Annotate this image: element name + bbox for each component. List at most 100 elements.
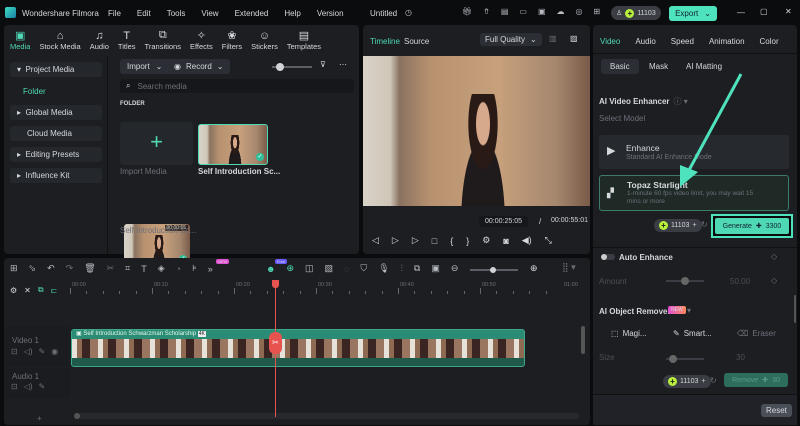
ruler-tick — [299, 291, 301, 294]
vertical-scrollbar[interactable] — [581, 326, 585, 354]
mute-icon[interactable]: ◁) — [24, 347, 33, 356]
ruler-tick — [217, 291, 219, 294]
add-track-icon[interactable]: + — [37, 414, 42, 423]
ruler-label: 00:20 — [236, 282, 250, 288]
timeline-toolbar: ⊞ ⬂ ↶ ↷ 🗑︎ ✂ ⌗ T ◈ ◔ ⊧ » — [10, 263, 213, 274]
ruler-label: 00:00 — [72, 282, 86, 288]
video-clip[interactable]: ▣ Self Introduction Schwarzman Scholarsh… — [71, 329, 525, 367]
timeline-ruler[interactable]: 00:00 00:10 00:20 00:30 00:40 00:50 01:00 — [70, 282, 582, 296]
free-badge: Free — [275, 259, 288, 264]
more-tools-icon[interactable]: » — [208, 264, 213, 274]
delete-icon[interactable]: 🗑︎ — [84, 263, 95, 274]
ruler-tick — [529, 291, 531, 294]
ruler-label: 01:00 — [564, 282, 578, 288]
sticker-icon[interactable]: ◫ — [305, 263, 314, 274]
clip-header: ▣ Self Introduction Schwarzman Scholarsh… — [72, 330, 524, 339]
playhead[interactable]: ✂ — [269, 280, 282, 417]
select-tool-icon[interactable]: ⬂ — [29, 263, 37, 274]
image-icon[interactable]: ▧ — [325, 263, 334, 274]
crop-icon[interactable]: ⌗ — [125, 263, 130, 274]
mic-off-icon[interactable]: ✎ — [39, 347, 46, 356]
clip-title: Self Introduction Schwarzman Scholarship — [83, 331, 197, 337]
ruler-tick — [234, 288, 235, 294]
ruler-tick — [70, 288, 71, 294]
keyframe-tool-icon[interactable]: ⊧ — [192, 263, 197, 274]
subtitle-icon[interactable]: ▣ — [431, 263, 440, 274]
lock-icon[interactable]: ⊡ — [11, 382, 18, 391]
track-header-video: Video 1 ⊡ ◁) ✎ ◉ — [4, 326, 70, 366]
cut-icon[interactable]: ✂ — [107, 263, 115, 274]
redo-icon[interactable]: ↷ — [66, 263, 74, 274]
lock-icon[interactable]: ⊡ — [11, 347, 18, 356]
track-label: Audio 1 — [12, 372, 40, 381]
ruler-tick — [102, 291, 104, 294]
ruler-tick — [463, 291, 465, 294]
link-icon[interactable]: ⧉ — [38, 285, 44, 295]
zoom-out-icon[interactable]: ⊖ — [451, 263, 459, 274]
mixer-icon[interactable]: ⫶ — [401, 263, 403, 274]
stabilize-icon[interactable]: ◌ — [344, 264, 349, 274]
ruler-tick — [365, 291, 367, 294]
track-tools: ⚙ ✕ ⧉ ⊏ — [10, 285, 57, 295]
ruler-tick — [447, 291, 449, 294]
ruler-label: 00:40 — [400, 282, 414, 288]
mute-icon[interactable]: ◁) — [24, 382, 33, 391]
ruler-tick — [168, 291, 170, 294]
ruler-tick — [381, 291, 383, 294]
scissors-icon[interactable]: ✂ — [269, 332, 282, 354]
ruler-tick — [496, 291, 498, 294]
mask-icon[interactable]: ◈ — [158, 263, 165, 274]
ruler-tick — [480, 288, 481, 294]
ruler-tick — [398, 288, 399, 294]
text-tool-icon[interactable]: T — [141, 264, 147, 274]
ruler-tick — [348, 291, 350, 294]
ruler-tick — [283, 291, 285, 294]
clip-filmstrip — [72, 339, 524, 358]
clip-badge: 4K — [197, 331, 206, 337]
timeline-panel: ⊞ ⬂ ↶ ↷ 🗑︎ ✂ ⌗ T ◈ ◔ ⊧ » NEW ☻ ⊕ ◫ ▧ ◌ ⛉ 🎙︎ ⫶ ⧉ ▣ ⊖ Free ⊕ ⣿ … — [4, 258, 590, 425]
ai-assistant-icon[interactable]: ☻ — [266, 264, 275, 274]
ruler-tick — [152, 288, 153, 294]
ruler-tick — [135, 291, 137, 294]
ai-split-icon[interactable]: ⊕ — [286, 263, 294, 274]
ruler-label: 00:30 — [318, 282, 332, 288]
ruler-tick — [86, 291, 88, 294]
slider-knob[interactable] — [490, 267, 496, 273]
ruler-tick — [184, 291, 186, 294]
ruler-tick — [316, 288, 317, 294]
ruler-label: 00:10 — [154, 282, 168, 288]
playhead-handle[interactable] — [272, 280, 279, 288]
speed-icon[interactable]: ◔ — [176, 264, 181, 274]
ruler-tick — [266, 291, 268, 294]
magnet-icon[interactable]: ⊏ — [51, 286, 58, 295]
track-controls: ⊡ ◁) ✎ — [11, 382, 45, 391]
undo-icon[interactable]: ↶ — [47, 263, 55, 274]
mic-off-icon[interactable]: ✎ — [39, 382, 46, 391]
ruler-tick — [119, 291, 121, 294]
ruler-tick — [250, 291, 252, 294]
eye-icon[interactable]: ◉ — [51, 347, 58, 356]
ruler-tick — [332, 291, 334, 294]
new-badge: NEW — [216, 259, 230, 264]
ruler-tick — [414, 291, 416, 294]
unlink-icon[interactable]: ✕ — [24, 286, 31, 295]
ruler-tick — [201, 291, 203, 294]
track-header-audio: Audio 1 ⊡ ◁) ✎ — [4, 368, 70, 398]
mic-icon[interactable]: 🎙︎ — [378, 263, 389, 274]
horizontal-scrollbar[interactable] — [74, 413, 579, 419]
track-controls: ⊡ ◁) ✎ ◉ — [11, 347, 58, 356]
replace-icon[interactable]: ⧉ — [414, 263, 420, 274]
track-label: Video 1 — [12, 336, 39, 345]
ruler-tick — [430, 291, 432, 294]
clip-waveform — [72, 358, 524, 366]
view-options-icon[interactable]: ⣿ ▾ — [562, 262, 576, 273]
zoom-in-icon[interactable]: ⊕ — [530, 263, 538, 274]
settings-icon[interactable]: ⚙ — [10, 286, 17, 295]
ruler-label: 00:50 — [482, 282, 496, 288]
zoom-slider[interactable] — [470, 267, 518, 273]
shield-icon[interactable]: ⛉ — [360, 263, 367, 274]
layout-icon[interactable]: ⊞ — [10, 263, 18, 274]
ruler-tick — [512, 291, 514, 294]
timeline-toolbar-right: ☻ ⊕ ◫ ▧ ◌ ⛉ 🎙︎ ⫶ ⧉ ▣ ⊖ — [266, 263, 458, 274]
ruler-tick — [545, 291, 547, 294]
